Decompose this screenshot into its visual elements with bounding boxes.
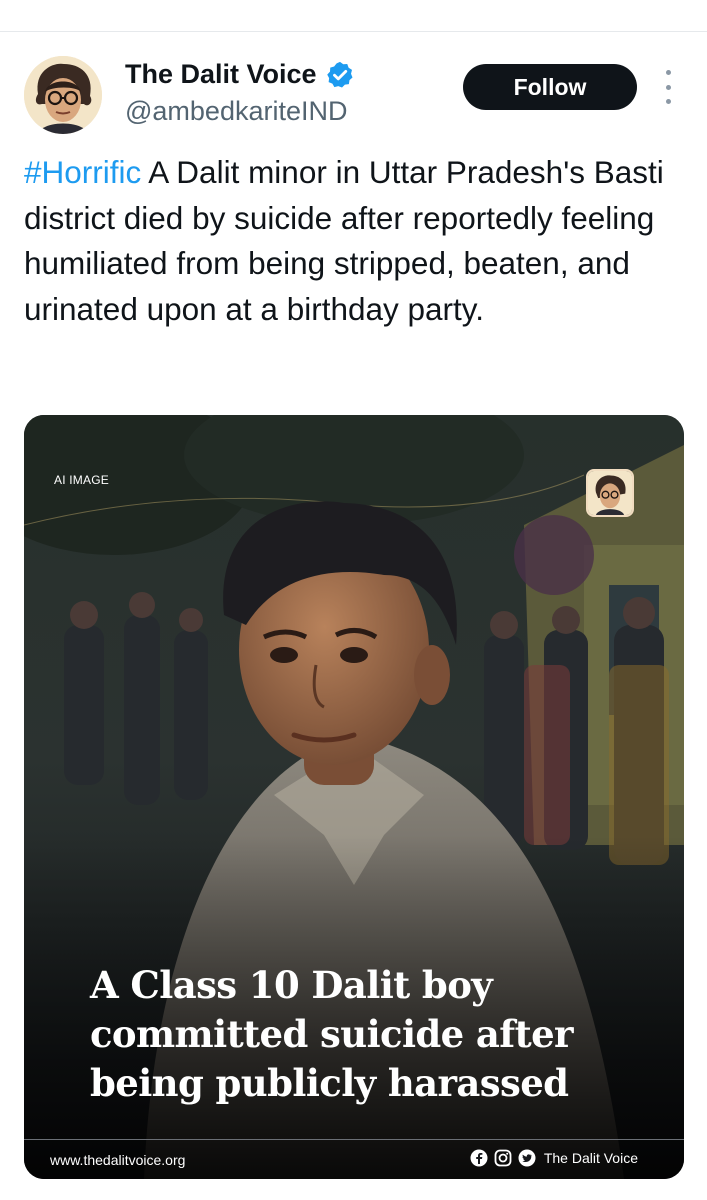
- ai-image-label: AI IMAGE: [54, 473, 109, 487]
- avatar[interactable]: [24, 56, 102, 134]
- social-footer: The Dalit Voice: [470, 1149, 638, 1167]
- instagram-icon: [494, 1149, 512, 1167]
- more-options-icon[interactable]: [658, 70, 678, 104]
- facebook-icon: [470, 1149, 488, 1167]
- display-name[interactable]: The Dalit Voice: [125, 59, 317, 90]
- footer-divider: [24, 1139, 684, 1140]
- divider: [0, 31, 707, 32]
- account-handle[interactable]: @ambedkariteIND: [125, 96, 348, 127]
- twitter-icon: [518, 1149, 536, 1167]
- brand-name: The Dalit Voice: [543, 1150, 638, 1166]
- verified-badge-icon: [325, 60, 355, 90]
- tweet-image[interactable]: AI IMAGE A Class 10 Dalit boy committed …: [24, 415, 684, 1179]
- tweet-text: #Horrific A Dalit minor in Uttar Pradesh…: [24, 150, 694, 332]
- site-url: www.thedalitvoice.org: [50, 1152, 186, 1168]
- image-headline: A Class 10 Dalit boy committed suicide a…: [90, 963, 574, 1105]
- publisher-logo: [586, 469, 634, 517]
- follow-button[interactable]: Follow: [463, 64, 637, 110]
- hashtag-link[interactable]: #Horrific: [24, 154, 141, 190]
